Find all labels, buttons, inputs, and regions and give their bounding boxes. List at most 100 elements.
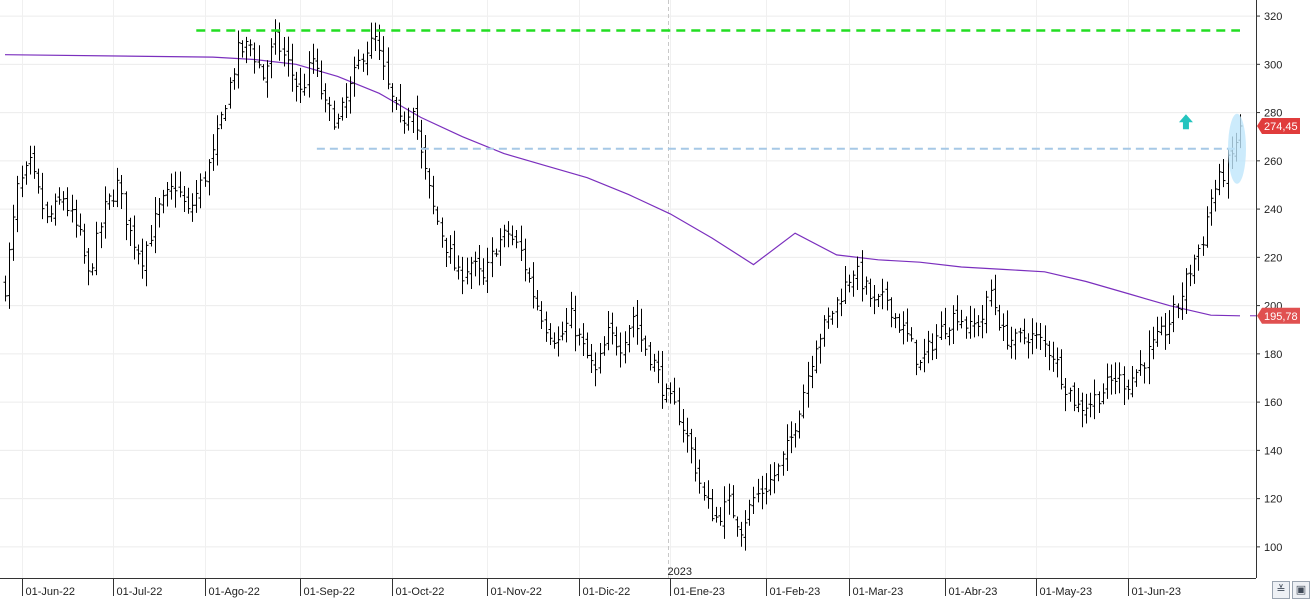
ohlc-bar (57, 187, 62, 205)
ohlc-bar (652, 353, 657, 372)
ohlc-bar (901, 311, 906, 345)
y-tick-label: 320 (1264, 11, 1282, 23)
ohlc-bar (49, 205, 54, 222)
ohlc-bar (182, 185, 187, 212)
ohlc-bar (469, 256, 474, 289)
ohlc-bar (132, 215, 137, 260)
ohlc-bar (252, 42, 257, 74)
ohlc-bar (1221, 159, 1226, 188)
ohlc-bar (481, 258, 486, 285)
ohlc-bar (643, 335, 648, 356)
save-icon[interactable]: ▣ (1292, 581, 1310, 599)
ohlc-bar (548, 323, 553, 346)
ohlc-bar (1051, 341, 1056, 372)
ohlc-bar (365, 41, 370, 76)
ohlc-bar (801, 384, 806, 419)
ohlc-bar (257, 45, 262, 69)
ohlc-bar (448, 235, 453, 264)
ohlc-bar (1018, 327, 1023, 343)
ohlc-bar (232, 68, 237, 90)
ohlc-bar (964, 316, 969, 339)
ohlc-bar (440, 217, 445, 248)
ohlc-bar (693, 437, 698, 482)
ohlc-bar (1005, 310, 1010, 350)
y-tick-label: 180 (1264, 349, 1282, 361)
ohlc-bar (107, 193, 112, 210)
ohlc-bar (1022, 318, 1027, 345)
ohlc-bar (1013, 328, 1018, 360)
ohlc-bar (1163, 312, 1168, 350)
ohlc-bar (697, 459, 702, 494)
ohlc-bar (315, 48, 320, 78)
ohlc-bar (431, 175, 436, 215)
ohlc-bar (207, 159, 212, 196)
ohlc-bar (855, 256, 860, 291)
ohlc-bar (15, 175, 20, 233)
chart-svg[interactable]: 100120140160180200220240260280300320274,… (0, 0, 1312, 601)
ohlc-bar (473, 251, 478, 277)
ohlc-bar (835, 297, 840, 328)
x-axis: 01-Jun-22 01-Jul-22 01-Ago-22 01-Sep-22 01-O… (0, 566, 1256, 598)
ohlc-bar (639, 308, 644, 352)
ohlc-bar (290, 43, 295, 92)
ohlc-bar (519, 225, 524, 261)
ohlc-bar (1059, 349, 1064, 390)
ohlc-bar (623, 331, 628, 364)
ohlc-bar (415, 95, 420, 140)
ohlc-bar (7, 242, 12, 309)
ohlc-bar (186, 187, 191, 214)
ohlc-bar (332, 100, 337, 130)
ohlc-bar (356, 49, 361, 70)
ohlc-bar (327, 96, 332, 122)
up-arrow-icon (1178, 114, 1193, 130)
y-tick-label: 240 (1264, 204, 1282, 216)
ohlc-bars (3, 19, 1243, 551)
price-label: 274,45 (1264, 121, 1298, 133)
ohlc-bar (909, 327, 914, 342)
ohlc-bar (369, 22, 374, 59)
ohlc-bar (307, 51, 312, 98)
ohlc-bar (781, 451, 786, 476)
ohlc-bar (32, 145, 37, 179)
ohlc-bar (136, 244, 141, 265)
ohlc-bar (1209, 189, 1214, 226)
ohlc-bar (714, 506, 719, 523)
scroll-chevron-icon[interactable]: ≚ (1272, 581, 1290, 599)
x-tick-label: 01-Feb-23 (770, 586, 821, 598)
ohlc-bar (248, 39, 253, 57)
ohlc-bar (1205, 206, 1210, 248)
ohlc-bar (115, 167, 120, 208)
ohlc-bar (926, 330, 931, 364)
ohlc-bar (336, 113, 341, 129)
ohlc-bar (1084, 393, 1089, 424)
ohlc-bar (614, 326, 619, 356)
ohlc-bar (1142, 362, 1147, 384)
y-tick-label: 160 (1264, 397, 1282, 409)
ohlc-bar (943, 307, 948, 340)
ohlc-bar (560, 321, 565, 341)
y-tick-label: 220 (1264, 252, 1282, 264)
ohlc-bar (1105, 363, 1110, 399)
ohlc-bar (1167, 310, 1172, 345)
ohlc-bar (228, 77, 233, 109)
ohlc-bar (390, 83, 395, 113)
ohlc-bar (660, 350, 665, 409)
ohlc-bar (149, 224, 154, 247)
ohlc-bar (282, 36, 287, 67)
ohlc-bar (1113, 362, 1118, 395)
ohlc-bar (569, 291, 574, 329)
ohlc-bar (581, 323, 586, 356)
ohlc-bar (1188, 264, 1193, 287)
ohlc-bar (386, 47, 391, 90)
ohlc-bar (1072, 382, 1077, 412)
ohlc-bar (1213, 179, 1218, 212)
ohlc-bar (161, 189, 166, 214)
ohlc-bar (36, 168, 41, 194)
stock-chart[interactable]: 100 120 140 160 180 200 220 240 260 280 300 320 274,… (0, 0, 1312, 601)
ohlc-bar (718, 507, 723, 526)
ohlc-bar (411, 107, 416, 134)
ohlc-bar (760, 475, 765, 510)
ohlc-bar (1034, 322, 1039, 349)
ohlc-bar (710, 488, 715, 522)
ohlc-bar (1217, 163, 1222, 196)
